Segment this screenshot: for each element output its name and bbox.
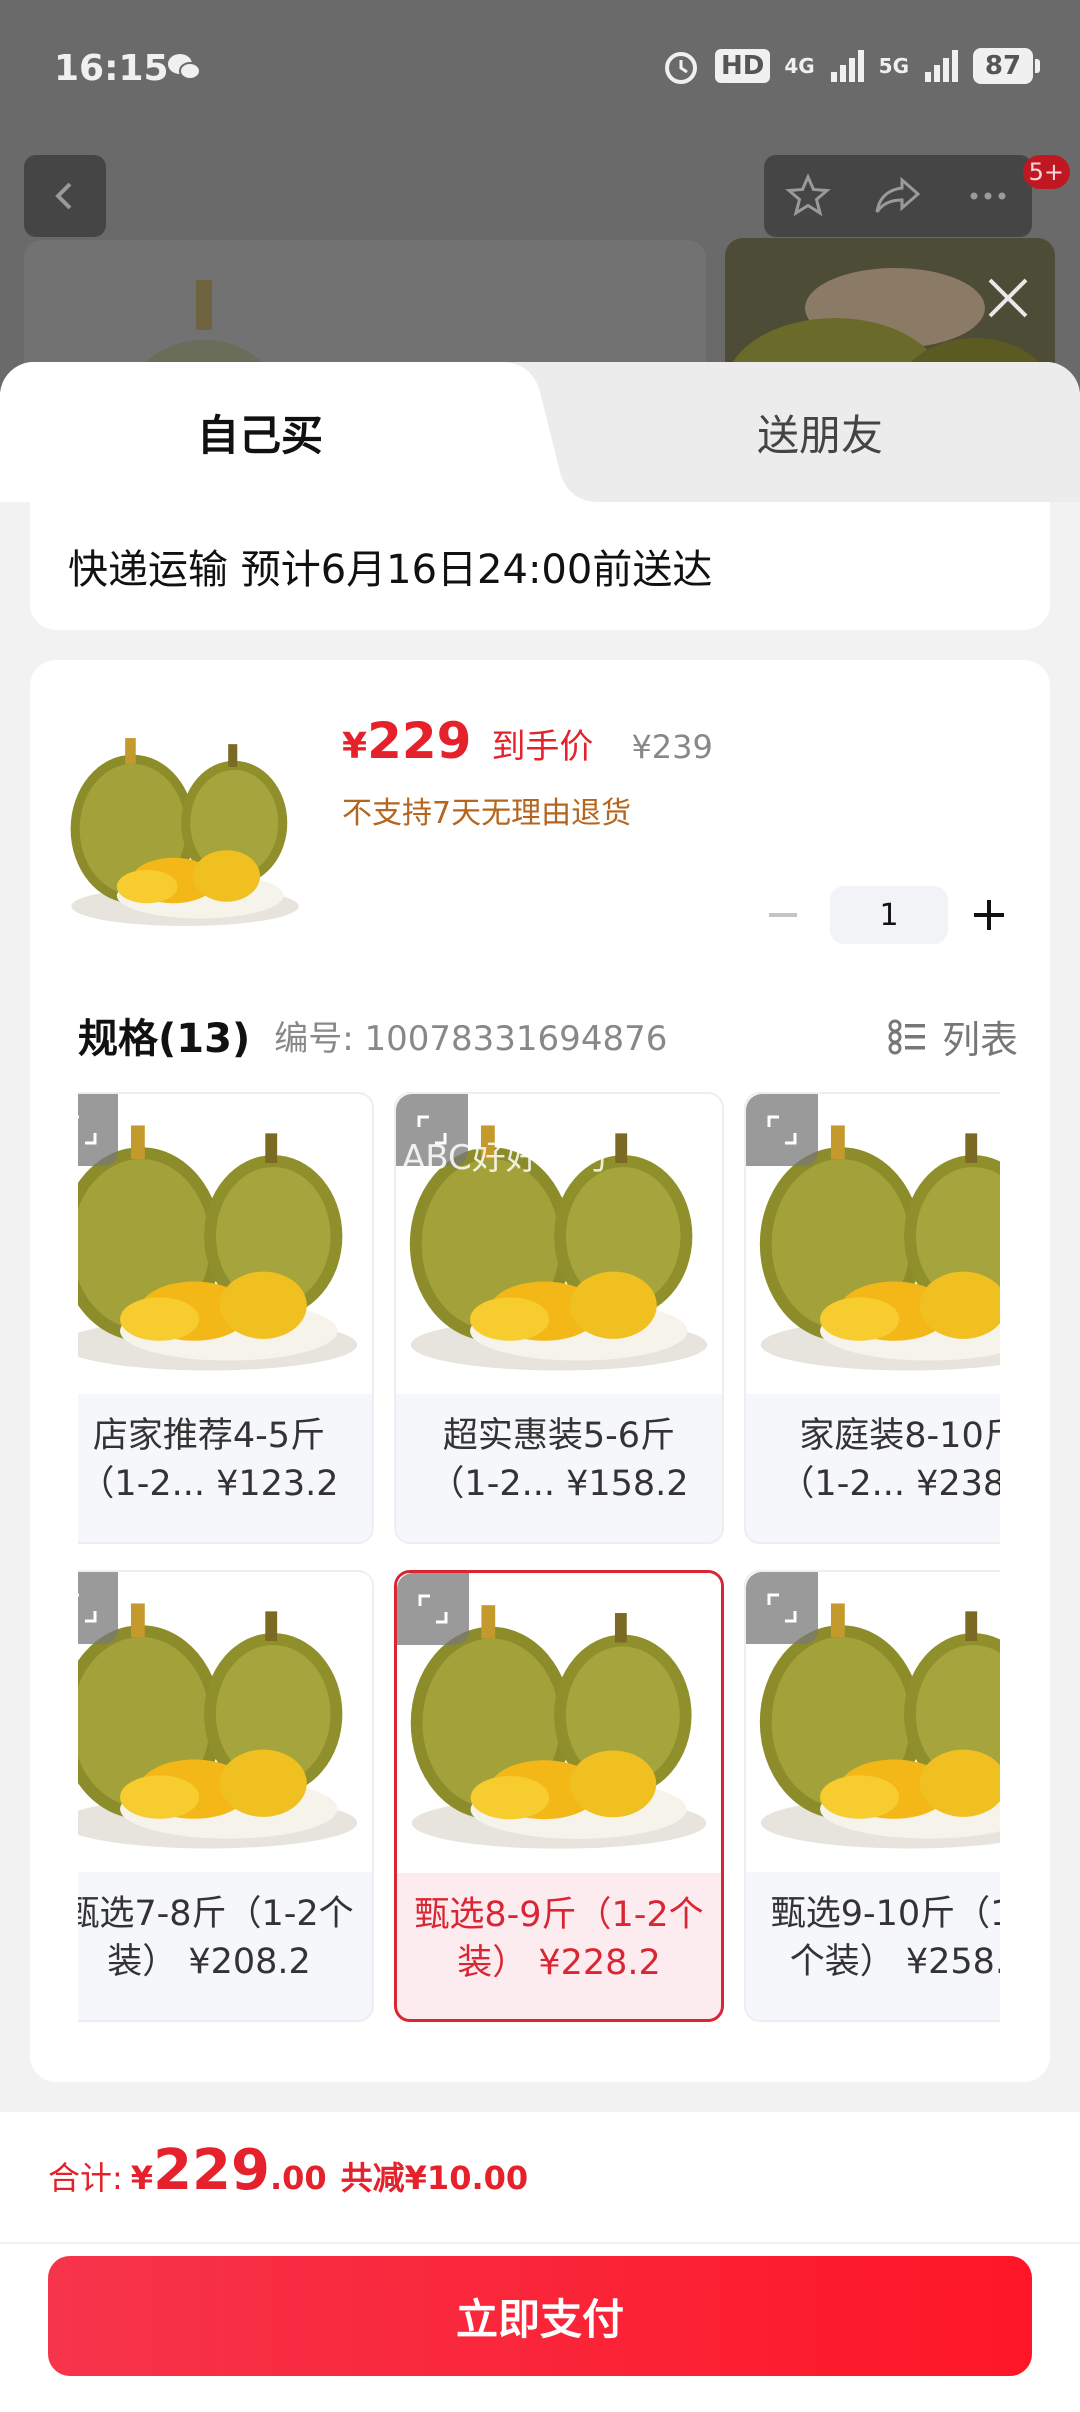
expand-image-button[interactable]	[397, 1573, 469, 1645]
price-row: ¥ 229 到手价 ¥239	[342, 712, 713, 770]
footer-divider	[0, 2242, 1080, 2244]
spec-option-5-selected[interactable]: 甄选8-9斤（1-2个 装） ¥228.2	[394, 1570, 724, 2022]
spec-option-3[interactable]: 家庭装8-10斤 （1-2... ¥238.2	[744, 1092, 1000, 1544]
expand-icon	[78, 1115, 97, 1145]
back-button[interactable]	[24, 155, 106, 237]
expand-image-button[interactable]	[78, 1094, 118, 1166]
signal-icon-2	[925, 50, 958, 82]
spec-option-4[interactable]: 甄选7-8斤（1-2个 装） ¥208.2	[78, 1570, 374, 2022]
spec-option-2[interactable]: ABC好好学习 超实惠装5-6斤 （1-2... ¥158.2	[394, 1092, 724, 1544]
battery-icon: 87	[973, 48, 1040, 84]
return-policy-note: 不支持7天无理由退货	[342, 796, 632, 831]
signal-icon-1	[830, 50, 864, 82]
tab-buy-for-self[interactable]: 自己买	[0, 362, 520, 502]
expand-icon	[78, 1593, 97, 1623]
expand-image-button[interactable]	[746, 1572, 818, 1644]
delivery-text: 快递运输 预计6月16日24:00前送达	[68, 547, 713, 593]
background-page: 16:15 HD 4G 5G 87 5+	[0, 0, 1080, 400]
quantity-stepper: 1	[758, 886, 1014, 944]
expand-image-button[interactable]	[78, 1572, 118, 1644]
spec-option-image	[78, 1094, 372, 1394]
spec-option-6[interactable]: 甄选9-10斤（1-2 个装） ¥258.2	[744, 1570, 1000, 2022]
spec-option-image	[78, 1572, 372, 1872]
spec-option-label: 甄选8-9斤（1-2个 装） ¥228.2	[414, 1895, 704, 1983]
spec-option-label: 家庭装8-10斤 （1-2... ¥238.2	[779, 1416, 1000, 1504]
delivery-info: 快递运输 预计6月16日24:00前送达	[30, 502, 1050, 630]
spec-options-grid: 店家推荐4-5斤 （1-2... ¥123.2 ABC好好学习 超实惠装5-6斤…	[78, 1092, 1000, 2042]
pay-now-button[interactable]: 立即支付	[48, 2256, 1032, 2376]
status-time: 16:15	[54, 48, 169, 89]
total-currency: ¥	[130, 2159, 154, 2197]
minus-icon	[769, 913, 797, 917]
expand-icon	[767, 1593, 797, 1623]
list-view-toggle[interactable]: 列表	[888, 1009, 1018, 1064]
wechat-icon	[168, 54, 201, 80]
price-value: 229	[367, 712, 472, 770]
4g-label: 4G	[784, 54, 815, 78]
increase-quantity-button[interactable]	[964, 890, 1014, 940]
share-icon[interactable]	[872, 172, 924, 220]
star-icon[interactable]	[784, 172, 832, 220]
back-icon	[55, 182, 72, 210]
spec-option-1[interactable]: 店家推荐4-5斤 （1-2... ¥123.2	[78, 1092, 374, 1544]
spec-option-label: 甄选9-10斤（1-2 个装） ¥258.2	[770, 1894, 1000, 1982]
spec-header: 规格(13) 编号: 10078331694876 列表	[78, 1005, 1018, 1065]
decrease-quantity-button[interactable]	[758, 890, 808, 940]
tab-send-to-friend[interactable]: 送朋友	[560, 362, 1080, 502]
purchase-sheet: 自己买 送朋友 快递运输 预计6月16日24:00前送达 ¥ 229 到手价 ¥…	[0, 362, 1080, 2412]
list-view-label: 列表	[941, 1018, 1018, 1062]
checkout-footer: 合计: ¥ 229 .00 共减¥10.00 立即支付	[0, 2112, 1080, 2412]
quantity-input[interactable]: 1	[830, 886, 948, 944]
alarm-icon	[664, 52, 697, 84]
message-badge: 5+	[1022, 155, 1070, 189]
expand-icon	[418, 1594, 448, 1624]
price-currency: ¥	[342, 726, 368, 767]
product-thumbnail	[60, 715, 310, 943]
total-decimal: .00	[269, 2159, 327, 2197]
list-icon	[888, 1019, 925, 1054]
spec-title: 规格(13)	[78, 1016, 251, 1062]
expand-image-button[interactable]	[746, 1094, 818, 1166]
order-total: 合计: ¥ 229 .00 共减¥10.00	[48, 2138, 528, 2203]
plus-icon	[974, 900, 1004, 930]
total-discount: 共减¥10.00	[340, 2159, 529, 2197]
5g-label: 5G	[878, 54, 909, 78]
status-bar: 16:15 HD 4G 5G 87	[0, 0, 1080, 140]
purchase-tabs: 自己买 送朋友	[0, 362, 1080, 502]
spec-option-label: 甄选7-8斤（1-2个 装） ¥208.2	[78, 1894, 354, 1982]
product-card: ¥ 229 到手价 ¥239 不支持7天无理由退货 1 规格(13) 编号: 1…	[30, 660, 1050, 2082]
spec-option-label: 店家推荐4-5斤 （1-2... ¥123.2	[79, 1416, 339, 1504]
close-icon[interactable]	[978, 268, 1038, 328]
status-icons: HD 4G 5G 87	[661, 46, 1040, 86]
hd-label: HD	[714, 49, 771, 83]
expand-icon	[767, 1115, 797, 1145]
total-integer: 229	[153, 2138, 270, 2203]
price-tag: 到手价	[491, 727, 594, 767]
more-icon[interactable]	[964, 172, 1012, 220]
total-label: 合计:	[48, 2159, 123, 2197]
battery-level: 87	[973, 48, 1033, 84]
header-actions	[764, 155, 1032, 237]
sku-number: 编号: 10078331694876	[274, 1018, 668, 1059]
spec-option-label: 超实惠装5-6斤 （1-2... ¥158.2	[429, 1416, 689, 1504]
original-price: ¥239	[631, 728, 713, 766]
image-watermark: ABC好好学习	[402, 1138, 608, 1178]
